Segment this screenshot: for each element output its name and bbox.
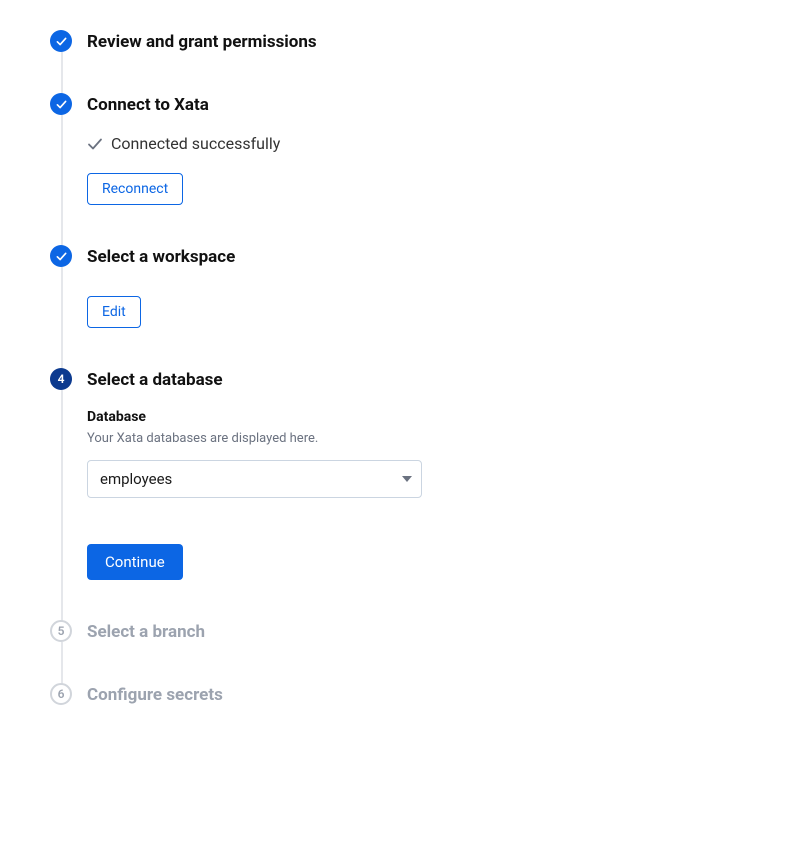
step-connector <box>61 267 63 379</box>
step-indicator-pending: 5 <box>50 620 72 642</box>
database-field-help: Your Xata databases are displayed here. <box>87 431 810 446</box>
check-icon <box>56 36 67 47</box>
step-select-branch: 5 Select a branch <box>50 620 810 683</box>
step-indicator-current: 4 <box>50 368 72 390</box>
step-configure-secrets: 6 Configure secrets <box>50 683 810 706</box>
database-select-wrap: employees <box>87 460 422 498</box>
connection-status: Connected successfully <box>87 134 810 153</box>
step-body: Database Your Xata databases are display… <box>87 409 810 580</box>
step-title: Configure secrets <box>87 683 810 706</box>
step-number: 6 <box>58 687 65 701</box>
database-select[interactable]: employees <box>87 460 422 498</box>
step-review-permissions: Review and grant permissions <box>50 30 810 93</box>
step-title: Select a branch <box>87 620 810 643</box>
step-body: Connected successfully Reconnect <box>87 134 810 205</box>
step-indicator-done <box>50 245 72 267</box>
step-number: 4 <box>58 372 65 386</box>
step-title: Select a workspace <box>87 245 810 268</box>
step-connector <box>61 115 63 256</box>
connection-status-text: Connected successfully <box>111 134 280 153</box>
check-icon <box>56 99 67 110</box>
reconnect-button[interactable]: Reconnect <box>87 173 183 205</box>
step-indicator-done <box>50 93 72 115</box>
check-icon <box>56 251 67 262</box>
edit-button[interactable]: Edit <box>87 296 141 328</box>
step-select-database: 4 Select a database Database Your Xata d… <box>50 368 810 620</box>
check-icon <box>87 136 103 152</box>
step-number: 5 <box>58 624 65 638</box>
step-connector <box>61 390 63 631</box>
database-field-label: Database <box>87 409 810 425</box>
step-indicator-done <box>50 30 72 52</box>
step-connect-xata: Connect to Xata Connected successfully R… <box>50 93 810 245</box>
continue-button[interactable]: Continue <box>87 544 183 580</box>
step-indicator-pending: 6 <box>50 683 72 705</box>
stepper: Review and grant permissions Connect to … <box>50 30 810 706</box>
step-title: Review and grant permissions <box>87 30 810 53</box>
step-select-workspace: Select a workspace Edit <box>50 245 810 368</box>
step-title: Select a database <box>87 368 810 391</box>
step-title: Connect to Xata <box>87 93 810 116</box>
action-row: Continue <box>87 544 810 580</box>
